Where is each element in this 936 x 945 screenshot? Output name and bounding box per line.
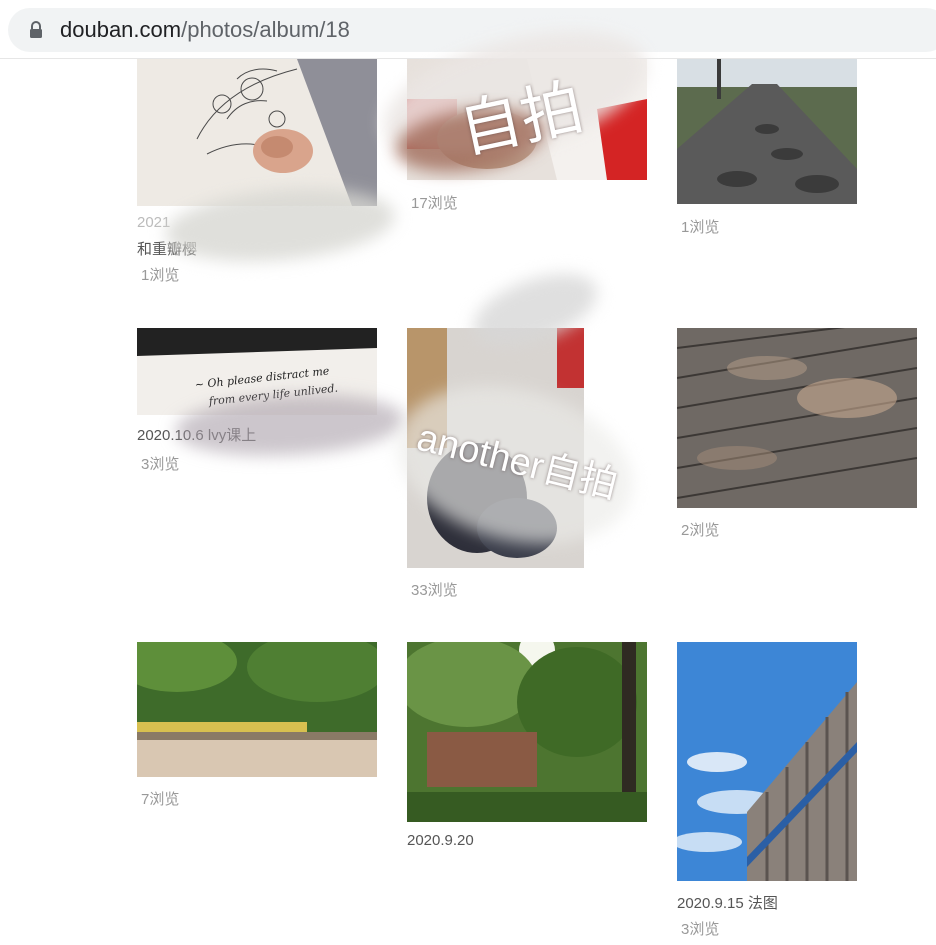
photo-thumbnail[interactable]: ~ Oh please distract me from every life … xyxy=(137,328,377,415)
photo-thumbnail[interactable] xyxy=(677,59,857,204)
photo-thumbnail[interactable] xyxy=(137,642,377,777)
address-bar[interactable]: douban.com/photos/album/18 xyxy=(8,8,936,52)
photo-caption: 2020.9.20 xyxy=(407,832,474,849)
photo-thumbnail[interactable] xyxy=(407,328,584,568)
view-count: 1浏览 xyxy=(681,219,720,236)
view-count: 2浏览 xyxy=(681,522,720,539)
photo-thumbnail[interactable] xyxy=(407,59,647,180)
url-text[interactable]: douban.com/photos/album/18 xyxy=(60,18,350,42)
view-count: 3浏览 xyxy=(681,921,720,938)
photo-caption: 和重瓣樱 xyxy=(137,241,198,258)
photo-thumbnail[interactable] xyxy=(677,328,917,508)
photo-thumbnail[interactable] xyxy=(137,59,377,206)
view-count: 33浏览 xyxy=(411,582,458,599)
photo-date: 2021 xyxy=(137,214,171,231)
view-count: 1浏览 xyxy=(141,267,180,284)
photo-thumbnail[interactable] xyxy=(407,642,647,822)
browser-toolbar: douban.com/photos/album/18 xyxy=(0,0,936,59)
photo-caption: 2020.10.6 lvy课上 xyxy=(137,427,257,444)
photo-caption: 2020.9.15 法图 xyxy=(677,895,778,912)
lock-icon[interactable] xyxy=(28,21,44,39)
photo-thumbnail[interactable] xyxy=(677,642,857,881)
view-count: 17浏览 xyxy=(411,195,458,212)
view-count: 3浏览 xyxy=(141,456,180,473)
view-count: 7浏览 xyxy=(141,791,180,808)
